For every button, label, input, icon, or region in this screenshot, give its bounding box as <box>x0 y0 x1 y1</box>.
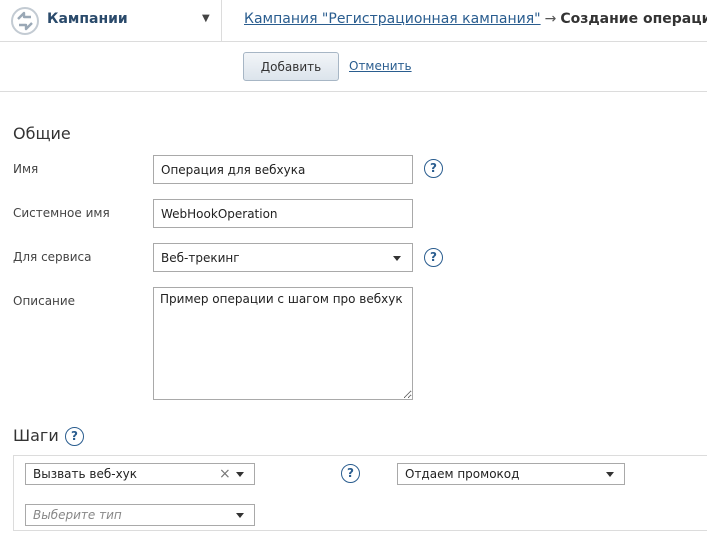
step-target-select[interactable]: Отдаем промокод <box>397 463 625 485</box>
service-help-icon[interactable]: ? <box>424 248 443 267</box>
system-name-label: Системное имя <box>13 206 110 220</box>
breadcrumb: Кампания "Регистрационная кампания" → Созд… <box>244 11 707 27</box>
step-type-select[interactable]: Вызвать веб-хук × <box>25 463 255 485</box>
steps-help-icon[interactable]: ? <box>65 427 84 446</box>
top-bar: Кампании ▼ Кампания "Регистрационная кам… <box>0 0 707 42</box>
description-textarea[interactable]: Пример операции с шагом про вебхук <box>153 287 413 400</box>
breadcrumb-campaign-link[interactable]: Кампания "Регистрационная кампания" <box>244 11 541 27</box>
chevron-down-icon: ▼ <box>202 13 210 24</box>
campaigns-logo-icon <box>11 7 39 35</box>
service-label: Для сервиса <box>13 250 92 264</box>
system-name-input[interactable] <box>153 199 413 228</box>
steps-heading: Шаги <box>13 426 59 445</box>
name-input[interactable] <box>153 155 413 184</box>
add-button[interactable]: Добавить <box>243 52 339 81</box>
description-label: Описание <box>13 294 76 308</box>
section-title: Кампании <box>47 11 128 27</box>
action-bar: Добавить Отменить <box>0 42 707 92</box>
clear-icon[interactable]: × <box>219 465 231 483</box>
name-label: Имя <box>13 162 39 176</box>
general-heading: Общие <box>13 124 71 143</box>
chevron-down-icon <box>393 256 401 261</box>
section-switcher[interactable]: Кампании ▼ <box>0 0 222 41</box>
name-help-icon[interactable]: ? <box>424 159 443 178</box>
service-select[interactable]: Веб-трекинг <box>153 243 413 272</box>
cancel-link[interactable]: Отменить <box>349 59 412 73</box>
chevron-down-icon <box>236 472 244 477</box>
steps-panel: Вызвать веб-хук × ? Отдаем промокод Выбе… <box>13 455 707 531</box>
chevron-down-icon <box>236 513 244 518</box>
step-help-icon[interactable]: ? <box>341 464 360 483</box>
step-type-value: Вызвать веб-хук <box>33 467 138 481</box>
chevron-down-icon <box>606 472 614 477</box>
new-step-placeholder: Выберите тип <box>33 508 122 522</box>
new-step-type-select[interactable]: Выберите тип <box>25 504 255 526</box>
page-title: Создание операции <box>560 11 707 27</box>
step-target-value: Отдаем промокод <box>405 467 520 481</box>
arrow-right-icon: → <box>544 11 557 27</box>
service-select-value: Веб-трекинг <box>161 251 240 265</box>
